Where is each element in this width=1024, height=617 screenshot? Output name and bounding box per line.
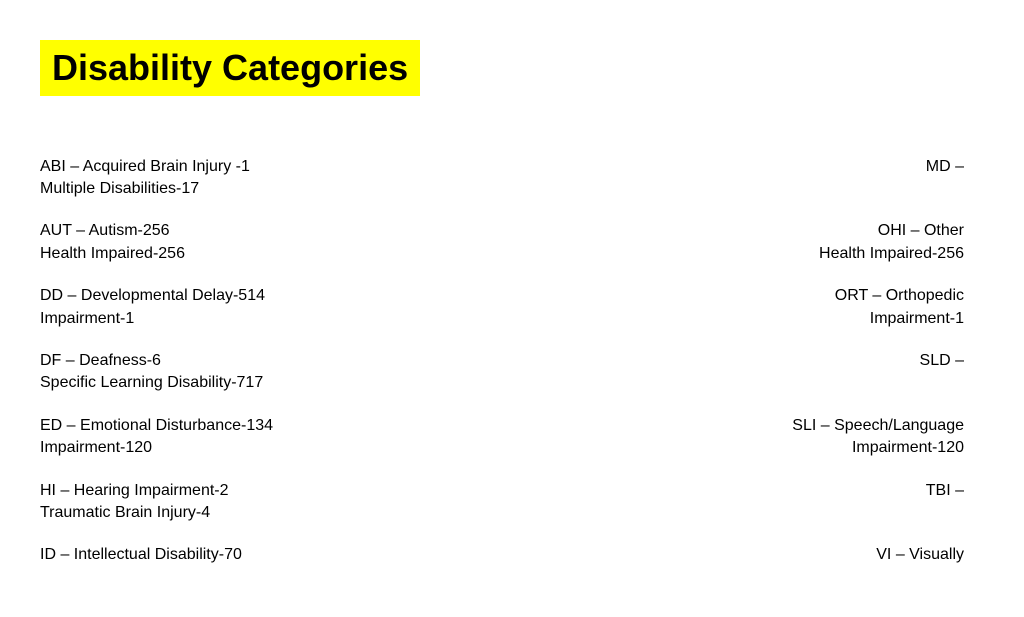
- page-container: Disability Categories ABI – Acquired Bra…: [0, 0, 1024, 617]
- category-right-2: ORT – OrthopedicImpairment-1: [512, 275, 984, 340]
- category-left-3: DF – Deafness-6Specific Learning Disabil…: [40, 340, 512, 405]
- category-left-1: AUT – Autism-256Health Impaired-256: [40, 210, 512, 275]
- category-left-6: ID – Intellectual Disability-70: [40, 534, 512, 576]
- category-left-2: DD – Developmental Delay-514Impairment-1: [40, 275, 512, 340]
- category-right-4: SLI – Speech/LanguageImpairment-120: [512, 405, 984, 470]
- categories-grid: ABI – Acquired Brain Injury -1Multiple D…: [40, 146, 984, 577]
- category-right-5: TBI –: [512, 470, 984, 535]
- category-left-5: HI – Hearing Impairment-2Traumatic Brain…: [40, 470, 512, 535]
- category-right-0: MD –: [512, 146, 984, 211]
- page-title: Disability Categories: [52, 48, 408, 88]
- category-left-0: ABI – Acquired Brain Injury -1Multiple D…: [40, 146, 512, 211]
- category-left-4: ED – Emotional Disturbance-134Impairment…: [40, 405, 512, 470]
- category-right-6: VI – Visually: [512, 534, 984, 576]
- category-right-3: SLD –: [512, 340, 984, 405]
- title-wrapper: Disability Categories: [40, 40, 420, 96]
- category-right-1: OHI – OtherHealth Impaired-256: [512, 210, 984, 275]
